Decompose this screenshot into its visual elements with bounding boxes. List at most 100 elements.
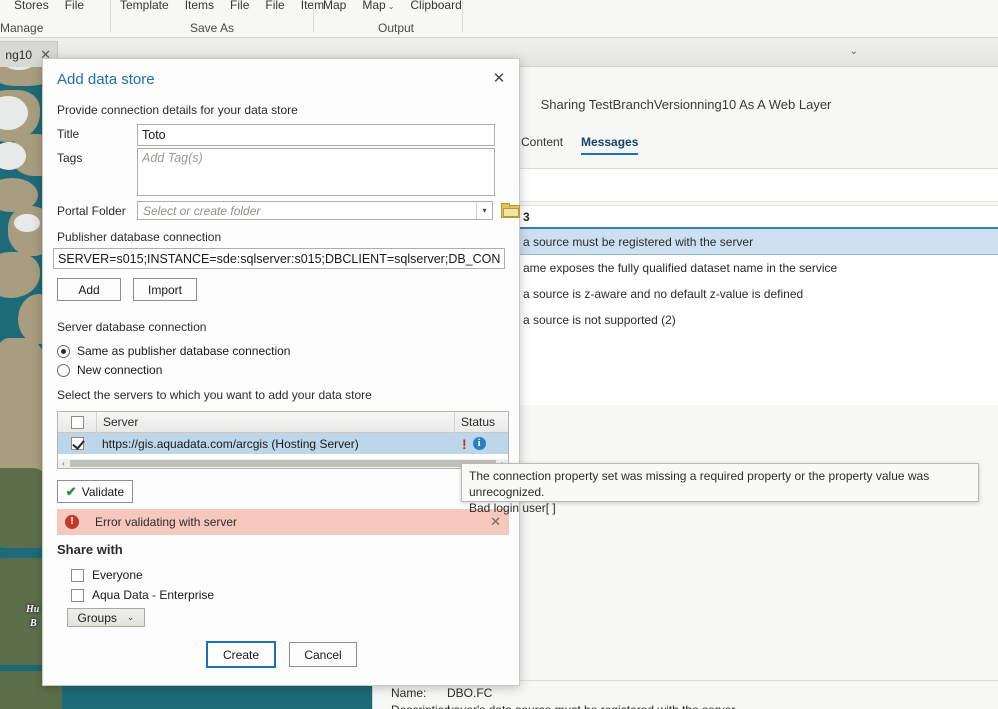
tab-content[interactable]: Content: [521, 135, 563, 155]
portal-folder-combo[interactable]: Select or create folder ▾: [137, 201, 493, 220]
chevron-down-icon: ⌄: [387, 2, 395, 11]
tags-input[interactable]: [137, 148, 495, 196]
share-with-heading: Share with: [57, 542, 123, 557]
column-header-server[interactable]: Server: [96, 411, 454, 433]
ribbon-group-manage: Layer Stores File Manage: [0, 0, 110, 38]
ribbon-item-file[interactable]: File: [57, 0, 92, 13]
row-server-url: https://gis.aquadata.com/arcgis (Hosting…: [102, 436, 359, 451]
list-item[interactable]: a source is not supported (2): [517, 307, 998, 333]
ribbon-divider: [462, 0, 463, 32]
add-button[interactable]: Add: [57, 278, 121, 301]
detail-description-label: Description:: [391, 702, 454, 709]
ribbon-divider: [110, 0, 111, 32]
messages-group-header: 3: [517, 206, 998, 229]
groups-dropdown-button[interactable]: Groups ⌄: [67, 608, 145, 627]
ribbon-item-map-label: Map: [362, 0, 386, 12]
title-input[interactable]: [137, 124, 495, 146]
ribbon-item-stores[interactable]: Stores: [6, 0, 57, 13]
chevron-down-icon[interactable]: ⌄: [850, 46, 858, 57]
select-all-checkbox-cell[interactable]: [58, 415, 96, 429]
ribbon-item-items[interactable]: Items: [177, 0, 222, 13]
validation-error-tooltip: The connection property set was missing …: [461, 463, 979, 515]
scroll-left-icon[interactable]: ‹: [58, 459, 69, 468]
ribbon-group-caption-output: Output: [377, 21, 415, 35]
table-row[interactable]: https://gis.aquadata.com/arcgis (Hosting…: [58, 433, 508, 454]
error-icon: !: [65, 515, 79, 529]
row-checkbox[interactable]: [70, 437, 84, 450]
radio-new-connection[interactable]: New connection: [57, 363, 162, 377]
info-icon[interactable]: i: [472, 437, 486, 450]
title-label: Title: [57, 127, 80, 141]
map-place-label: Hu: [26, 604, 40, 615]
detail-name-value: DBO.FC: [447, 686, 493, 700]
ribbon-item-file-2[interactable]: File: [257, 0, 292, 13]
server-connection-label: Server database connection: [57, 320, 207, 334]
document-tab-label: ng10: [5, 47, 33, 62]
row-status-cell: ! i: [454, 437, 508, 451]
messages-toolbar: [517, 168, 998, 202]
checkbox-aqua-data-enterprise[interactable]: Aqua Data - Enterprise: [71, 588, 214, 602]
map-place-label: B: [30, 618, 37, 629]
detail-name-label: Name:: [391, 686, 427, 700]
list-item[interactable]: ame exposes the fully qualified dataset …: [517, 255, 998, 281]
publisher-connection-input[interactable]: [53, 248, 505, 269]
checkbox-everyone[interactable]: Everyone: [71, 568, 143, 582]
validate-button[interactable]: ✔ Validate: [57, 480, 133, 503]
error-exclamation-icon: !: [462, 435, 467, 452]
pane-tab-bar: Content Messages: [521, 135, 639, 155]
dialog-footer: Create Cancel: [43, 641, 521, 668]
tooltip-line-1: The connection property set was missing …: [469, 469, 930, 499]
ribbon-item-file[interactable]: File: [222, 0, 257, 13]
ribbon-item-template[interactable]: Template: [112, 0, 177, 13]
ribbon-item-clipboard[interactable]: Clipboard: [402, 0, 469, 13]
close-icon[interactable]: ✕: [490, 514, 501, 530]
app-window: Hu B Share As Web Layer Sharing TestBran…: [0, 0, 998, 709]
server-grid[interactable]: Server Status https://gis.aquadata.com/a…: [57, 411, 509, 469]
radio-label: New connection: [77, 363, 163, 377]
error-banner: ! Error validating with server ✕: [57, 509, 509, 535]
add-data-store-dialog: Add data store ✕ Provide connection deta…: [42, 58, 520, 686]
check-icon: ✔: [65, 483, 77, 499]
radio-same-as-publisher[interactable]: Same as publisher database connection: [57, 344, 290, 358]
list-item[interactable]: a source is z-aware and no default z-val…: [517, 281, 998, 307]
checkbox-indicator[interactable]: [71, 588, 84, 602]
ribbon-divider: [313, 0, 314, 32]
detail-description-value: Layer's data source must be registered w…: [447, 702, 735, 709]
ribbon-group-output: Map Map ⌄ Clipboard Output: [315, 0, 477, 38]
close-icon[interactable]: ✕: [489, 69, 509, 89]
portal-folder-value: Select or create folder: [143, 204, 261, 218]
import-button[interactable]: Import: [133, 278, 197, 301]
radio-label: Same as publisher database connection: [77, 344, 291, 358]
chevron-down-icon[interactable]: ▾: [476, 202, 492, 219]
horizontal-scrollbar[interactable]: ‹ ›: [58, 459, 508, 468]
dialog-title: Add data store: [57, 71, 155, 88]
dialog-subtitle: Provide connection details for your data…: [57, 103, 298, 117]
ribbon-group-caption-manage: Manage: [0, 21, 44, 35]
column-header-status[interactable]: Status: [454, 411, 508, 433]
checkbox-indicator[interactable]: [71, 568, 84, 582]
radio-indicator: [57, 363, 70, 377]
detail-description-row: Description: Layer's data source must be…: [391, 702, 998, 709]
ribbon-item-map-dropdown[interactable]: Map ⌄: [354, 0, 402, 15]
folder-icon[interactable]: [501, 203, 520, 218]
map-ice: [14, 214, 40, 232]
cancel-button[interactable]: Cancel: [289, 642, 357, 667]
detail-name-row: Name: DBO.FC: [391, 685, 998, 702]
chevron-down-icon: ⌄: [126, 612, 135, 622]
ribbon-item-map[interactable]: Map: [315, 0, 354, 13]
validate-button-label: Validate: [81, 484, 125, 499]
row-checkbox-cell[interactable]: [58, 437, 96, 450]
list-item[interactable]: a source must be registered with the ser…: [517, 229, 998, 255]
tooltip-line-2: Bad login user[ ]: [469, 501, 556, 515]
messages-list[interactable]: 3 a source must be registered with the s…: [517, 205, 998, 405]
server-grid-instruction: Select the servers to which you want to …: [57, 388, 372, 402]
tags-label: Tags: [57, 151, 83, 165]
radio-indicator: [57, 344, 70, 358]
tab-messages[interactable]: Messages: [581, 135, 639, 155]
error-banner-text: Error validating with server: [95, 515, 238, 529]
scrollbar-thumb[interactable]: [70, 460, 496, 467]
select-all-checkbox[interactable]: [70, 415, 84, 429]
groups-dropdown-label: Groups: [77, 610, 117, 625]
create-button[interactable]: Create: [206, 641, 276, 668]
ribbon-group-caption-save-as: Save As: [189, 21, 235, 35]
